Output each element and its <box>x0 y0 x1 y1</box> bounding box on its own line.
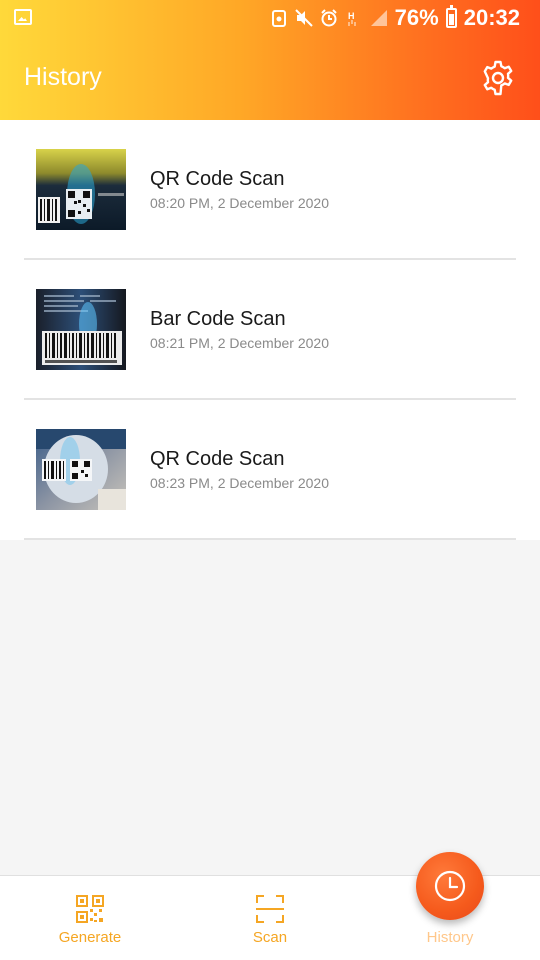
status-icons: H 76% 20:32 <box>270 5 520 31</box>
status-bar: H 76% 20:32 <box>0 0 540 36</box>
mute-icon <box>294 9 313 27</box>
item-title: QR Code Scan <box>150 448 285 470</box>
item-title: Bar Code Scan <box>150 308 286 330</box>
settings-button[interactable] <box>480 60 516 96</box>
clock: 20:32 <box>463 5 520 30</box>
svg-text:H: H <box>348 11 355 21</box>
scan-thumbnail <box>36 289 126 370</box>
history-fab-button[interactable] <box>416 852 484 920</box>
qr-code-icon <box>76 895 104 923</box>
scan-thumbnail <box>36 149 126 230</box>
gear-icon <box>483 60 513 96</box>
item-timestamp: 08:20 PM, 2 December 2020 <box>150 195 329 211</box>
signal-icon <box>370 9 388 27</box>
scan-thumbnail <box>36 429 126 510</box>
divider <box>24 538 516 540</box>
data-saver-icon <box>270 9 288 27</box>
network-h-icon: H <box>345 9 363 27</box>
scan-frame-icon <box>256 895 284 923</box>
gallery-icon <box>14 9 32 25</box>
nav-generate-label: Generate <box>58 929 122 946</box>
item-timestamp: 08:23 PM, 2 December 2020 <box>150 475 329 491</box>
battery-icon <box>445 5 457 28</box>
list-item[interactable]: QR Code Scan 08:20 PM, 2 December 2020 <box>0 120 540 260</box>
nav-scan[interactable]: Scan <box>180 876 360 960</box>
clock-icon <box>434 870 466 902</box>
page-title: History <box>24 63 102 91</box>
list-item[interactable]: Bar Code Scan 08:21 PM, 2 December 2020 <box>0 260 540 400</box>
alarm-icon <box>320 9 338 27</box>
nav-scan-label: Scan <box>252 929 288 946</box>
nav-history-label: History <box>426 929 474 946</box>
app-header: H 76% 20:32 History <box>0 0 540 120</box>
history-list: QR Code Scan 08:20 PM, 2 December 2020 B… <box>0 120 540 540</box>
list-item[interactable]: QR Code Scan 08:23 PM, 2 December 2020 <box>0 400 540 540</box>
battery-percent: 76% <box>394 5 439 30</box>
item-timestamp: 08:21 PM, 2 December 2020 <box>150 335 329 351</box>
item-title: QR Code Scan <box>150 168 285 190</box>
nav-generate[interactable]: Generate <box>0 876 180 960</box>
